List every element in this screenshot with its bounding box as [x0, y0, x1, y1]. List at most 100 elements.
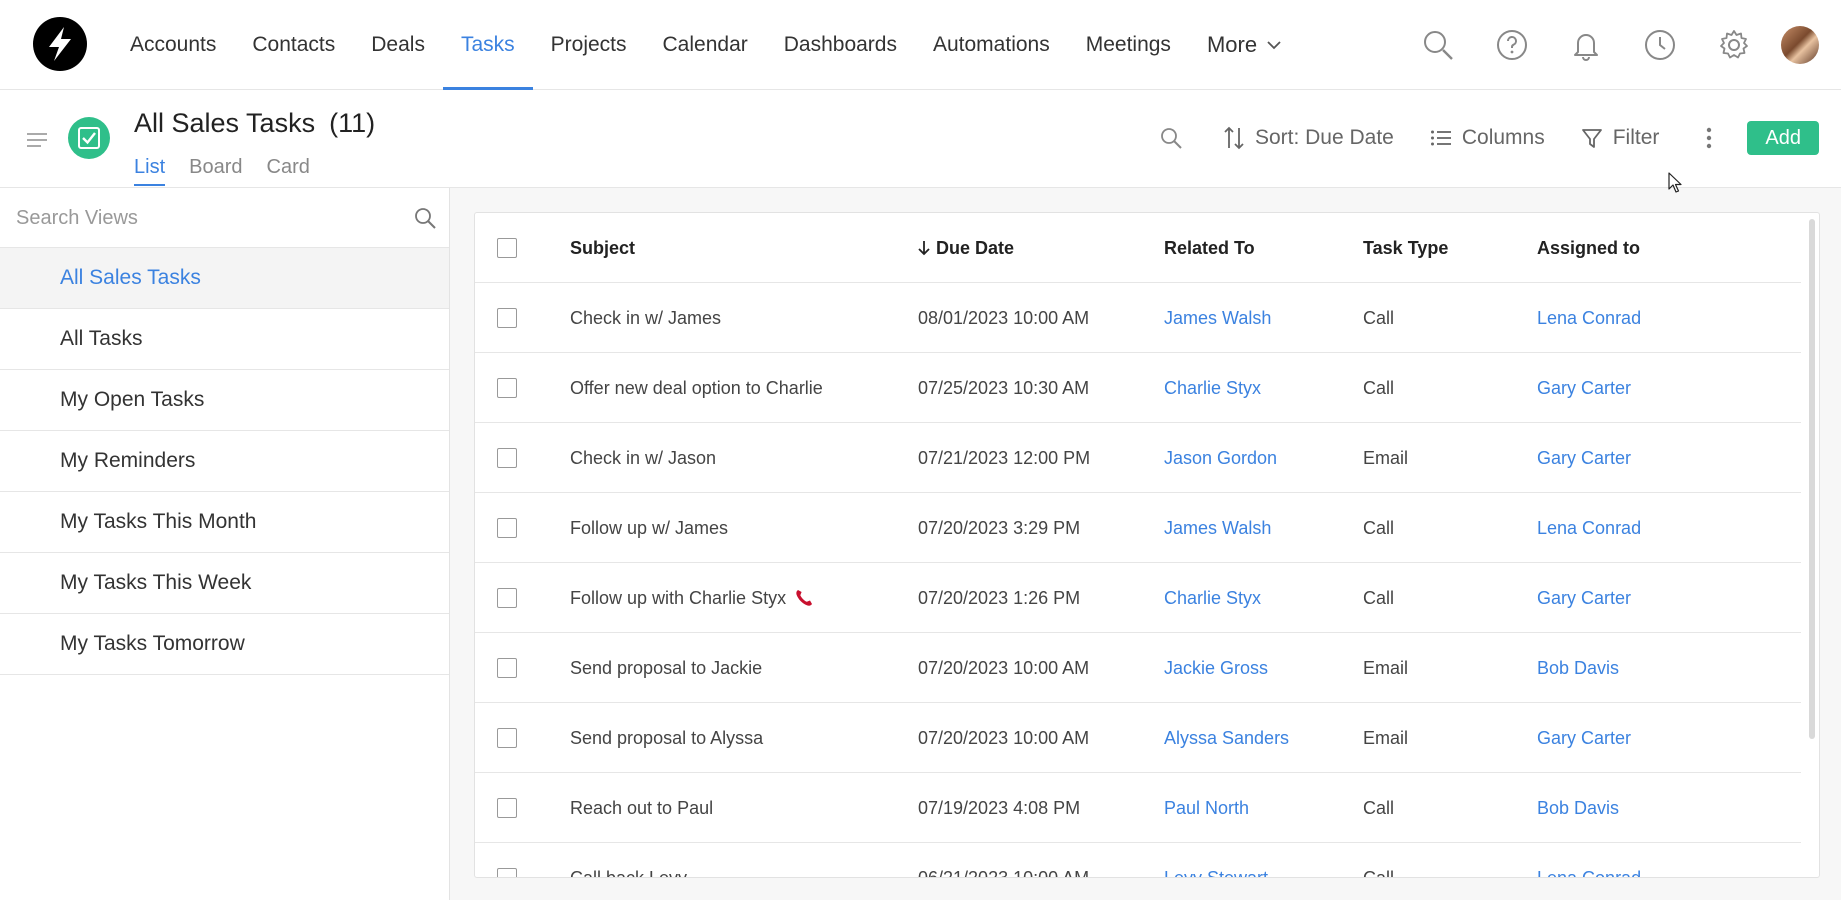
column-header-related-to[interactable]: Related To: [1164, 213, 1255, 283]
nav-automations[interactable]: Automations: [915, 0, 1068, 90]
gear-icon[interactable]: [1697, 0, 1771, 90]
row-checkbox[interactable]: [497, 728, 517, 748]
task-related-link[interactable]: James Walsh: [1164, 283, 1271, 353]
table-row[interactable]: Check in w/ Jason 07/21/2023 12:00 PM Ja…: [475, 423, 1801, 493]
row-checkbox[interactable]: [497, 798, 517, 818]
task-subject-cell[interactable]: Follow up with Charlie Styx: [570, 563, 814, 633]
row-checkbox[interactable]: [497, 448, 517, 468]
table-row[interactable]: Offer new deal option to Charlie 07/25/2…: [475, 353, 1801, 423]
column-header-task-type[interactable]: Task Type: [1363, 213, 1448, 283]
row-checkbox[interactable]: [497, 868, 517, 877]
view-my-tasks-this-month[interactable]: My Tasks This Month: [0, 492, 449, 553]
task-related-link[interactable]: Jackie Gross: [1164, 633, 1268, 703]
table-row[interactable]: Follow up w/ James 07/20/2023 3:29 PM Ja…: [475, 493, 1801, 563]
row-checkbox[interactable]: [497, 518, 517, 538]
search-views-input[interactable]: [16, 202, 396, 234]
table-row[interactable]: Reach out to Paul 07/19/2023 4:08 PM Pau…: [475, 773, 1801, 843]
task-assignee-link[interactable]: Lena Conrad: [1537, 843, 1641, 878]
app-logo[interactable]: [33, 17, 87, 71]
view-my-tasks-this-week[interactable]: My Tasks This Week: [0, 553, 449, 614]
view-all-tasks[interactable]: All Tasks: [0, 309, 449, 370]
nav-more-label: More: [1206, 32, 1258, 57]
sort-button[interactable]: Sort: Due Date: [1223, 126, 1394, 150]
task-related-link[interactable]: Charlie Styx: [1164, 563, 1261, 633]
page-title-text: All Sales Tasks: [134, 108, 316, 138]
view-my-tasks-tomorrow[interactable]: My Tasks Tomorrow: [0, 614, 449, 675]
task-related-link[interactable]: Levy Stewart: [1164, 843, 1268, 878]
task-type: Call: [1363, 377, 1395, 398]
nav-dashboards[interactable]: Dashboards: [766, 0, 915, 90]
task-type: Email: [1363, 657, 1409, 678]
column-header-due-date[interactable]: Due Date: [918, 213, 1014, 283]
task-related-link[interactable]: James Walsh: [1164, 493, 1271, 563]
task-related-link[interactable]: Jason Gordon: [1164, 423, 1277, 493]
view-my-open-tasks[interactable]: My Open Tasks: [0, 370, 449, 431]
task-assignee-link[interactable]: Bob Davis: [1537, 633, 1619, 703]
task-assignee-link[interactable]: Lena Conrad: [1537, 283, 1641, 353]
task-subject[interactable]: Call back Levy: [570, 843, 687, 878]
row-checkbox[interactable]: [497, 308, 517, 328]
menu-toggle-icon[interactable]: [25, 130, 49, 150]
nav-meetings[interactable]: Meetings: [1068, 0, 1189, 90]
search-icon[interactable]: [1401, 0, 1475, 90]
avatar[interactable]: [1781, 26, 1819, 64]
nav-tasks[interactable]: Tasks: [442, 0, 533, 90]
task-subject[interactable]: Send proposal to Alyssa: [570, 703, 763, 773]
view-my-reminders[interactable]: My Reminders: [0, 431, 449, 492]
row-checkbox[interactable]: [497, 588, 517, 608]
add-task-button[interactable]: Add: [1747, 121, 1819, 155]
sort-label: Sort: Due Date: [1254, 126, 1394, 149]
task-due-date: 07/19/2023 4:08 PM: [918, 797, 1081, 818]
task-assignee-link[interactable]: Gary Carter: [1537, 423, 1631, 493]
task-assignee-link[interactable]: Bob Davis: [1537, 773, 1619, 843]
task-due-date: 08/01/2023 10:00 AM: [918, 307, 1090, 328]
column-header-subject[interactable]: Subject: [570, 213, 635, 283]
task-subject[interactable]: Check in w/ Jason: [570, 423, 716, 493]
table-row[interactable]: Call back Levy 06/21/2023 10:00 AM Levy …: [475, 843, 1801, 878]
table-search-button[interactable]: [1159, 126, 1183, 150]
columns-button[interactable]: Columns: [1430, 126, 1545, 150]
select-all-checkbox[interactable]: [497, 238, 517, 258]
more-options-icon[interactable]: [1699, 123, 1719, 153]
task-subject[interactable]: Reach out to Paul: [570, 773, 713, 843]
column-header-due-date-label: Due Date: [936, 237, 1015, 258]
column-header-assigned-to[interactable]: Assigned to: [1537, 213, 1640, 283]
task-subject[interactable]: Follow up w/ James: [570, 493, 728, 563]
task-due-date: 07/21/2023 12:00 PM: [918, 447, 1091, 468]
task-assignee-link[interactable]: Gary Carter: [1537, 353, 1631, 423]
table-row[interactable]: Follow up with Charlie Styx 07/20/2023 1…: [475, 563, 1801, 633]
nav-contacts[interactable]: Contacts: [234, 0, 353, 90]
task-subject[interactable]: Offer new deal option to Charlie: [570, 353, 823, 423]
task-assignee-link[interactable]: Gary Carter: [1537, 563, 1631, 633]
table-row[interactable]: Send proposal to Alyssa 07/20/2023 10:00…: [475, 703, 1801, 773]
search-icon[interactable]: [413, 206, 437, 235]
table-scrollbar[interactable]: [1809, 219, 1815, 739]
views-sidebar: All Sales Tasks All Tasks My Open Tasks …: [0, 188, 450, 900]
task-related-link[interactable]: Paul North: [1164, 773, 1249, 843]
nav-deals[interactable]: Deals: [353, 0, 443, 90]
view-all-sales-tasks[interactable]: All Sales Tasks: [0, 248, 449, 309]
row-checkbox[interactable]: [497, 658, 517, 678]
clock-icon[interactable]: [1623, 0, 1697, 90]
row-checkbox[interactable]: [497, 378, 517, 398]
nav-accounts[interactable]: Accounts: [112, 0, 234, 90]
task-assignee-link[interactable]: Gary Carter: [1537, 703, 1631, 773]
task-subject[interactable]: Check in w/ James: [570, 283, 721, 353]
nav-more-dropdown[interactable]: More: [1189, 0, 1299, 90]
task-due-date: 06/21/2023 10:00 AM: [918, 867, 1090, 878]
table-row[interactable]: Send proposal to Jackie 07/20/2023 10:00…: [475, 633, 1801, 703]
tab-list[interactable]: List: [134, 156, 166, 186]
nav-projects[interactable]: Projects: [533, 0, 645, 90]
filter-button[interactable]: Filter: [1581, 126, 1659, 150]
nav-calendar[interactable]: Calendar: [645, 0, 766, 90]
help-icon[interactable]: [1475, 0, 1549, 90]
task-type: Call: [1363, 587, 1395, 608]
task-subject[interactable]: Send proposal to Jackie: [570, 633, 762, 703]
tab-card[interactable]: Card: [267, 156, 310, 186]
tab-board[interactable]: Board: [189, 156, 242, 186]
bell-icon[interactable]: [1549, 0, 1623, 90]
task-assignee-link[interactable]: Lena Conrad: [1537, 493, 1641, 563]
task-related-link[interactable]: Alyssa Sanders: [1164, 703, 1289, 773]
table-row[interactable]: Check in w/ James 08/01/2023 10:00 AM Ja…: [475, 283, 1801, 353]
task-related-link[interactable]: Charlie Styx: [1164, 353, 1261, 423]
